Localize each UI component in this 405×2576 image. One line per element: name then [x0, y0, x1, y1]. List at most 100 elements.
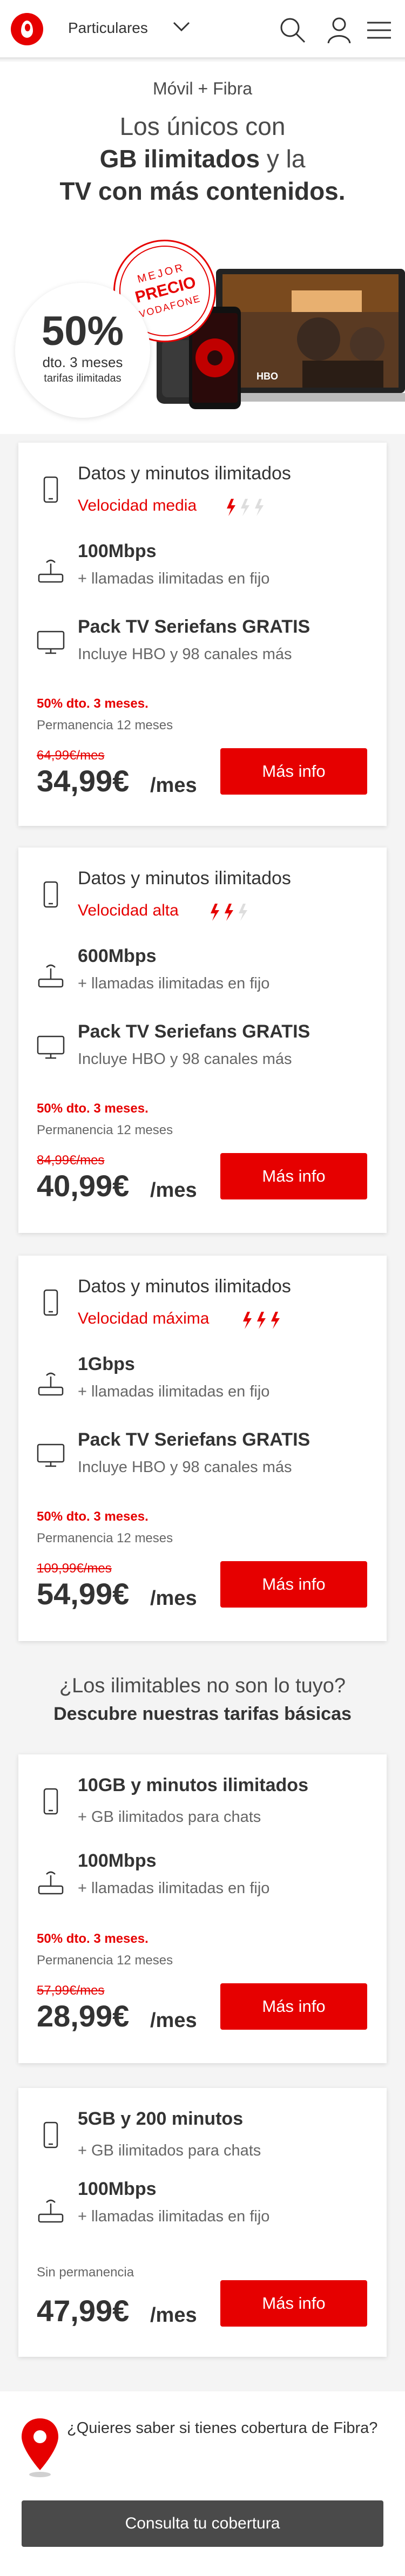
mobile-phone-icon — [43, 881, 58, 908]
plan-title-extra: + GB ilimitados para chats — [78, 1808, 261, 1826]
plan-card: Datos y minutos ilimitados Velocidad med… — [18, 443, 387, 826]
permanence-text: Permanencia 12 meses — [37, 1531, 173, 1545]
price-period: /mes — [150, 774, 197, 797]
fiber-extra: + llamadas ilimitadas en fijo — [78, 2208, 270, 2225]
permanence-text: Permanencia 12 meses — [37, 1953, 173, 1968]
speed-label: Velocidad máxima — [78, 1310, 210, 1327]
old-price: 84,99€/mes — [37, 1153, 105, 1168]
location-pin-icon — [22, 2418, 58, 2477]
menu-icon[interactable] — [363, 14, 395, 46]
basic-section-subtitle: Descubre nuestras tarifas básicas — [53, 1704, 352, 1724]
mobile-phone-icon — [43, 1289, 58, 1316]
promo-text: 50% dto. 3 meses. — [37, 1509, 148, 1524]
tv-icon — [37, 1443, 65, 1467]
hero-title: Los únicos con GB ilimitados y la TV con… — [0, 110, 405, 207]
plan-title: Datos y minutos ilimitados — [78, 463, 291, 484]
segment-selector-label[interactable]: Particulares — [68, 19, 148, 37]
more-info-button[interactable]: Más info — [220, 2280, 367, 2327]
plan-title: Datos y minutos ilimitados — [78, 1276, 291, 1297]
tv-pack-detail: Incluye HBO y 98 canales más — [78, 646, 292, 663]
plan-card: Datos y minutos ilimitados Velocidad alt… — [18, 848, 387, 1233]
top-header: Particulares — [0, 0, 405, 59]
user-icon[interactable] — [323, 14, 355, 46]
check-coverage-button[interactable]: Consulta tu cobertura — [22, 2500, 383, 2547]
fiber-speed: 100Mbps — [78, 541, 157, 561]
hero-banner: Móvil + Fibra Los únicos con GB ilimitad… — [0, 62, 405, 434]
tv-icon — [37, 631, 65, 654]
speed-bolts-icon — [243, 1312, 280, 1329]
discount-scope: tarifas ilimitadas — [44, 372, 122, 384]
hero-title-part: Los únicos con — [119, 112, 286, 140]
more-info-button[interactable]: Más info — [220, 1153, 367, 1199]
router-icon — [38, 2199, 64, 2223]
search-icon[interactable] — [276, 14, 309, 46]
router-icon — [38, 1871, 64, 1895]
price: 34,99€ — [37, 764, 130, 798]
tv-pack: Pack TV Seriefans GRATIS — [78, 616, 310, 637]
fiber-speed: 100Mbps — [78, 1850, 157, 1871]
speed-bolts-icon — [227, 499, 264, 516]
tv-pack: Pack TV Seriefans GRATIS — [78, 1021, 310, 1042]
fiber-extra: + llamadas ilimitadas en fijo — [78, 975, 270, 992]
price-period: /mes — [150, 2009, 197, 2032]
tv-icon — [37, 1035, 65, 1059]
mobile-phone-icon — [43, 1788, 58, 1815]
mobile-phone-icon — [43, 476, 58, 503]
permanence-text: Sin permanencia — [37, 2265, 134, 2280]
hbo-badge: HBO — [256, 371, 278, 382]
fiber-speed: 600Mbps — [78, 946, 157, 966]
tv-pack: Pack TV Seriefans GRATIS — [78, 1429, 310, 1450]
fiber-speed: 100Mbps — [78, 2179, 157, 2199]
more-info-button[interactable]: Más info — [220, 1561, 367, 1608]
hero-title-part: y la — [260, 145, 306, 173]
speed-bolts-icon — [211, 904, 247, 921]
discount-duration: dto. 3 meses — [42, 354, 123, 370]
coverage-footer: ¿Quieres saber si tienes cobertura de Fi… — [0, 2391, 405, 2576]
price: 47,99€ — [37, 2294, 130, 2328]
tv-pack-detail: Incluye HBO y 98 canales más — [78, 1459, 292, 1476]
price: 54,99€ — [37, 1577, 130, 1611]
permanence-text: Permanencia 12 meses — [37, 1123, 173, 1137]
speed-label: Velocidad alta — [78, 901, 179, 919]
mobile-phone-icon — [43, 2121, 58, 2148]
router-icon — [38, 964, 64, 988]
promo-text: 50% dto. 3 meses. — [37, 1931, 148, 1946]
price-period: /mes — [150, 1587, 197, 1610]
hero-pretitle: Móvil + Fibra — [152, 79, 253, 98]
discount-percent: 50% — [41, 308, 124, 354]
more-info-button[interactable]: Más info — [220, 748, 367, 795]
price-period: /mes — [150, 2304, 197, 2327]
old-price: 109,99€/mes — [37, 1561, 112, 1576]
discount-circle: 50% dto. 3 meses tarifas ilimitadas — [15, 283, 150, 418]
router-icon — [38, 559, 64, 583]
promo-text: 50% dto. 3 meses. — [37, 696, 148, 711]
basic-plan-card: 5GB y 200 minutos + GB ilimitados para c… — [18, 2088, 387, 2357]
basic-section-question: ¿Los ilimitables no son lo tuyo? — [59, 1675, 346, 1697]
speed-label: Velocidad media — [78, 497, 197, 514]
hero-title-bold: TV con más contenidos. — [59, 177, 346, 205]
promo-text: 50% dto. 3 meses. — [37, 1101, 148, 1116]
plan-title: 5GB y 200 minutos — [78, 2109, 244, 2129]
fiber-speed: 1Gbps — [78, 1354, 135, 1374]
price-period: /mes — [150, 1179, 197, 1202]
more-info-button[interactable]: Más info — [220, 1983, 367, 2030]
vodafone-logo[interactable] — [11, 13, 43, 45]
router-icon — [38, 1372, 64, 1396]
old-price: 64,99€/mes — [37, 748, 105, 763]
plan-title: Datos y minutos ilimitados — [78, 868, 291, 889]
plan-title: 10GB y minutos ilimitados — [78, 1775, 308, 1795]
plan-title-extra: + GB ilimitados para chats — [78, 2142, 261, 2159]
price: 28,99€ — [37, 1999, 130, 2033]
basic-plan-card: 10GB y minutos ilimitados + GB ilimitado… — [18, 1754, 387, 2063]
price: 40,99€ — [37, 1169, 130, 1203]
coverage-question: ¿Quieres saber si tienes cobertura de Fi… — [67, 2419, 378, 2437]
fiber-extra: + llamadas ilimitadas en fijo — [78, 1880, 270, 1897]
chevron-down-icon[interactable] — [171, 18, 192, 35]
plan-card: Datos y minutos ilimitados Velocidad máx… — [18, 1256, 387, 1641]
permanence-text: Permanencia 12 meses — [37, 718, 173, 733]
old-price: 57,99€/mes — [37, 1983, 105, 1998]
fiber-extra: + llamadas ilimitadas en fijo — [78, 1383, 270, 1400]
fiber-extra: + llamadas ilimitadas en fijo — [78, 570, 270, 587]
hero-title-bold: GB ilimitados — [99, 145, 260, 173]
tv-pack-detail: Incluye HBO y 98 canales más — [78, 1050, 292, 1068]
